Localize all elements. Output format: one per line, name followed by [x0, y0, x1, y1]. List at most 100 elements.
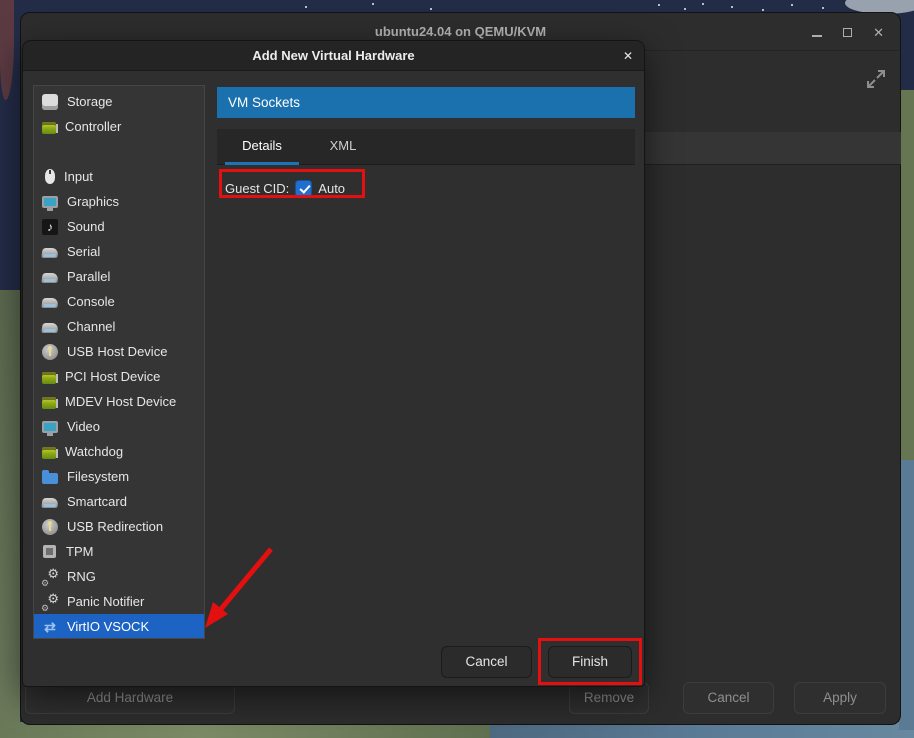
- sidebar-item-label: MDEV Host Device: [65, 394, 176, 409]
- sidebar-item-console[interactable]: Console: [34, 289, 204, 314]
- sidebar-item-storage[interactable]: Storage: [34, 89, 204, 114]
- dialog-close-icon[interactable]: ✕: [623, 41, 633, 71]
- sidebar-item-usb-host-device[interactable]: USB Host Device: [34, 339, 204, 364]
- sidebar-item-label: Controller: [65, 119, 121, 134]
- add-hardware-dialog: Add New Virtual Hardware ✕ Storage Contro…: [22, 40, 645, 687]
- cancel-button[interactable]: Cancel: [441, 646, 532, 678]
- gear-icon: [42, 594, 58, 610]
- sound-icon: [42, 219, 58, 235]
- sidebar-item-label: PCI Host Device: [65, 369, 160, 384]
- tab-details-label: Details: [242, 138, 282, 153]
- sidebar-item-rng[interactable]: RNG: [34, 564, 204, 589]
- sidebar-item-controller[interactable]: Controller: [34, 114, 204, 139]
- usb-icon: [42, 344, 58, 360]
- tab-bar: Details XML: [217, 129, 635, 165]
- sidebar-item-label: Panic Notifier: [67, 594, 144, 609]
- monitor-icon: [42, 421, 58, 433]
- add-hardware-label: Add Hardware: [87, 690, 173, 705]
- wallpaper-star: [684, 8, 686, 10]
- sidebar-item-label: Console: [67, 294, 115, 309]
- sidebar-item-pci-host-device[interactable]: PCI Host Device: [34, 364, 204, 389]
- sidebar-item-label: Channel: [67, 319, 115, 334]
- sidebar-item-virtio-vsock[interactable]: VirtIO VSOCK: [34, 614, 204, 639]
- sidebar-item-usb-redirection[interactable]: USB Redirection: [34, 514, 204, 539]
- card-icon: [42, 122, 56, 134]
- sidebar-item-label: Storage: [67, 94, 113, 109]
- hardware-type-list: Storage Controller InputGraphics Sound Seria…: [33, 85, 205, 639]
- drive-icon: [42, 94, 58, 110]
- tab-xml-label: XML: [330, 138, 357, 153]
- panel-header: VM Sockets: [217, 87, 635, 118]
- dialog-title: Add New Virtual Hardware: [23, 41, 644, 71]
- sidebar-item-label: Parallel: [67, 269, 110, 284]
- sidebar-item-label: VirtIO VSOCK: [67, 619, 149, 634]
- monitor-icon: [42, 196, 58, 208]
- wallpaper-star: [702, 3, 704, 5]
- sidebar-item-label: Sound: [67, 219, 105, 234]
- sidebar-item-label: Smartcard: [67, 494, 127, 509]
- vm-cancel-button[interactable]: Cancel: [683, 682, 774, 714]
- sidebar-item-panic-notifier[interactable]: Panic Notifier: [34, 589, 204, 614]
- tab-details[interactable]: Details: [225, 129, 299, 165]
- sidebar-item-label: Video: [67, 419, 100, 434]
- wallpaper-star: [372, 3, 374, 5]
- wallpaper-star: [762, 9, 764, 11]
- sidebar-item-label: RNG: [67, 569, 96, 584]
- dialog-titlebar[interactable]: Add New Virtual Hardware ✕: [23, 41, 644, 71]
- fullscreen-expand-icon[interactable]: [864, 67, 888, 91]
- mouse-icon: [45, 169, 55, 184]
- sidebar-item-video[interactable]: Video: [34, 414, 204, 439]
- sidebar-item-channel[interactable]: Channel: [34, 314, 204, 339]
- finish-button[interactable]: Finish: [548, 646, 632, 678]
- minimize-icon[interactable]: [812, 35, 822, 37]
- vsock-icon: [42, 619, 58, 635]
- sidebar-item-input[interactable]: Input: [34, 164, 204, 189]
- wallpaper-star: [305, 6, 307, 8]
- auto-checkbox[interactable]: [295, 180, 312, 197]
- sidebar-item-parallel[interactable]: Parallel: [34, 264, 204, 289]
- gear-icon: [42, 569, 58, 585]
- card-icon: [42, 397, 56, 409]
- panel-header-label: VM Sockets: [228, 95, 300, 110]
- wallpaper-shape: [0, 290, 20, 738]
- port-icon: [41, 498, 58, 508]
- usb-icon: [42, 519, 58, 535]
- close-icon[interactable]: ✕: [873, 26, 884, 39]
- auto-checkbox-label: Auto: [318, 181, 345, 196]
- sidebar-item-mdev-host-device[interactable]: MDEV Host Device: [34, 389, 204, 414]
- sidebar-item-label: Serial: [67, 244, 100, 259]
- wallpaper-shape: [899, 460, 914, 730]
- apply-label: Apply: [823, 690, 857, 705]
- sidebar-item-filesystem[interactable]: Filesystem: [34, 464, 204, 489]
- sidebar-item-watchdog[interactable]: Watchdog: [34, 439, 204, 464]
- apply-button[interactable]: Apply: [794, 682, 886, 714]
- cancel-label: Cancel: [465, 654, 507, 669]
- guest-cid-row: Guest CID: Auto: [225, 176, 345, 200]
- wallpaper-star: [430, 8, 432, 10]
- chip-icon: [43, 545, 56, 558]
- wallpaper-shape: [899, 90, 914, 470]
- sidebar-item-label: Filesystem: [67, 469, 129, 484]
- wallpaper-star: [822, 7, 824, 9]
- sidebar-item-tpm[interactable]: TPM: [34, 539, 204, 564]
- sidebar-item-label: USB Host Device: [67, 344, 167, 359]
- sidebar-item-label: USB Redirection: [67, 519, 163, 534]
- maximize-icon[interactable]: [843, 28, 852, 37]
- wallpaper-shape: [0, 0, 14, 100]
- port-icon: [41, 273, 58, 283]
- sidebar-item-smartcard[interactable]: Smartcard: [34, 489, 204, 514]
- wallpaper-star: [791, 4, 793, 6]
- finish-label: Finish: [572, 654, 608, 669]
- sidebar-item-sound[interactable]: Sound: [34, 214, 204, 239]
- sidebar-item-serial[interactable]: Serial: [34, 239, 204, 264]
- sidebar-item-label: TPM: [66, 544, 93, 559]
- sidebar-item-graphics[interactable]: Graphics: [34, 189, 204, 214]
- vm-cancel-label: Cancel: [707, 690, 749, 705]
- card-icon: [42, 447, 56, 459]
- sidebar-item-label: Watchdog: [65, 444, 123, 459]
- tab-xml[interactable]: XML: [313, 129, 373, 165]
- folder-icon: [42, 473, 58, 484]
- port-icon: [41, 298, 58, 308]
- wallpaper-star: [658, 4, 660, 6]
- card-icon: [42, 372, 56, 384]
